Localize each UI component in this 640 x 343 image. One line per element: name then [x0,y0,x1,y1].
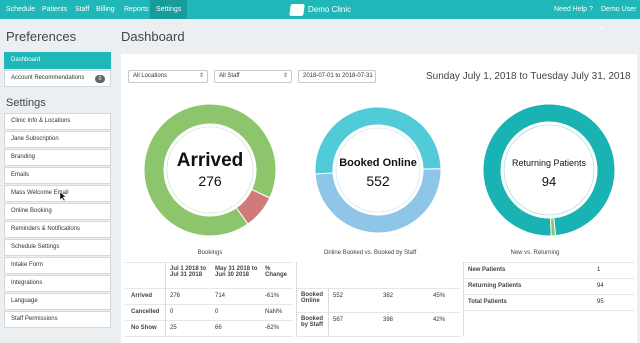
donut-inner-ring [335,127,421,213]
table1-header-current: Jul 1 2018 to Jul 31 2018 [170,266,207,278]
table-divider [125,336,293,337]
donut-inner-ring [503,124,595,216]
table-divider [125,288,293,289]
donut-title: Booked Online [339,157,417,169]
table-divider [125,320,293,321]
donut-value: 276 [198,173,222,189]
table-cell: 276 [170,293,181,299]
table-divider [297,312,460,313]
chart-caption-returning: New vs. Returning [510,250,560,256]
table-cell: 94 [597,283,604,289]
table-divider [297,336,460,337]
table-cell: 714 [215,293,226,299]
table-divider [125,262,293,263]
table-cell: 0 [170,309,174,315]
table-divider [464,294,634,295]
table-cell: -62% [265,325,280,331]
table-divider [297,288,460,289]
table-cell: 66 [215,325,222,331]
table-row-label: No Show [131,325,157,331]
table-cell: 45% [433,293,446,299]
table-cell: 398 [383,317,394,323]
donut-slice-returning-patients [482,103,616,237]
table-cell: NaN% [265,309,283,315]
table1-header-previous: May 31 2018 to Jun 30 2018 [215,266,258,278]
chart-caption-online: Online Booked vs. Booked by Staff [323,250,417,256]
table-cell: 25 [170,325,177,331]
table-cell: 0 [215,309,219,315]
table-divider [125,304,293,305]
donut-value: 552 [366,173,390,189]
table-row-label: New Patients [468,267,506,273]
table-cell: 552 [333,293,344,299]
table-divider [165,262,166,336]
table-cell: 95 [597,299,604,305]
table-row-label: Arrived [131,293,153,299]
table-cell: 382 [383,293,394,299]
table-row-label: Total Patients [468,299,507,305]
table-row-label: Cancelled [131,309,160,315]
table1-header-change: % Change [265,266,288,278]
table-cell: 567 [333,317,344,323]
chart-caption-bookings: Bookings [197,250,223,256]
table-divider [463,262,464,336]
donut-value: 94 [542,174,556,189]
table-divider [464,278,634,279]
donut-title: Arrived [177,150,244,171]
table-divider [296,262,297,336]
table-divider [328,288,329,336]
table-cell: 42% [433,317,446,323]
table-divider [464,262,634,263]
table-cell: 1 [597,267,601,273]
table-cell: -61% [265,293,280,299]
table-row-label: Booked Online [301,292,324,304]
table-row-label: Booked by Staff [301,316,324,328]
donut-title: Returning Patients [512,158,587,168]
table-row-label: Returning Patients [468,283,522,289]
table-divider [464,310,634,311]
